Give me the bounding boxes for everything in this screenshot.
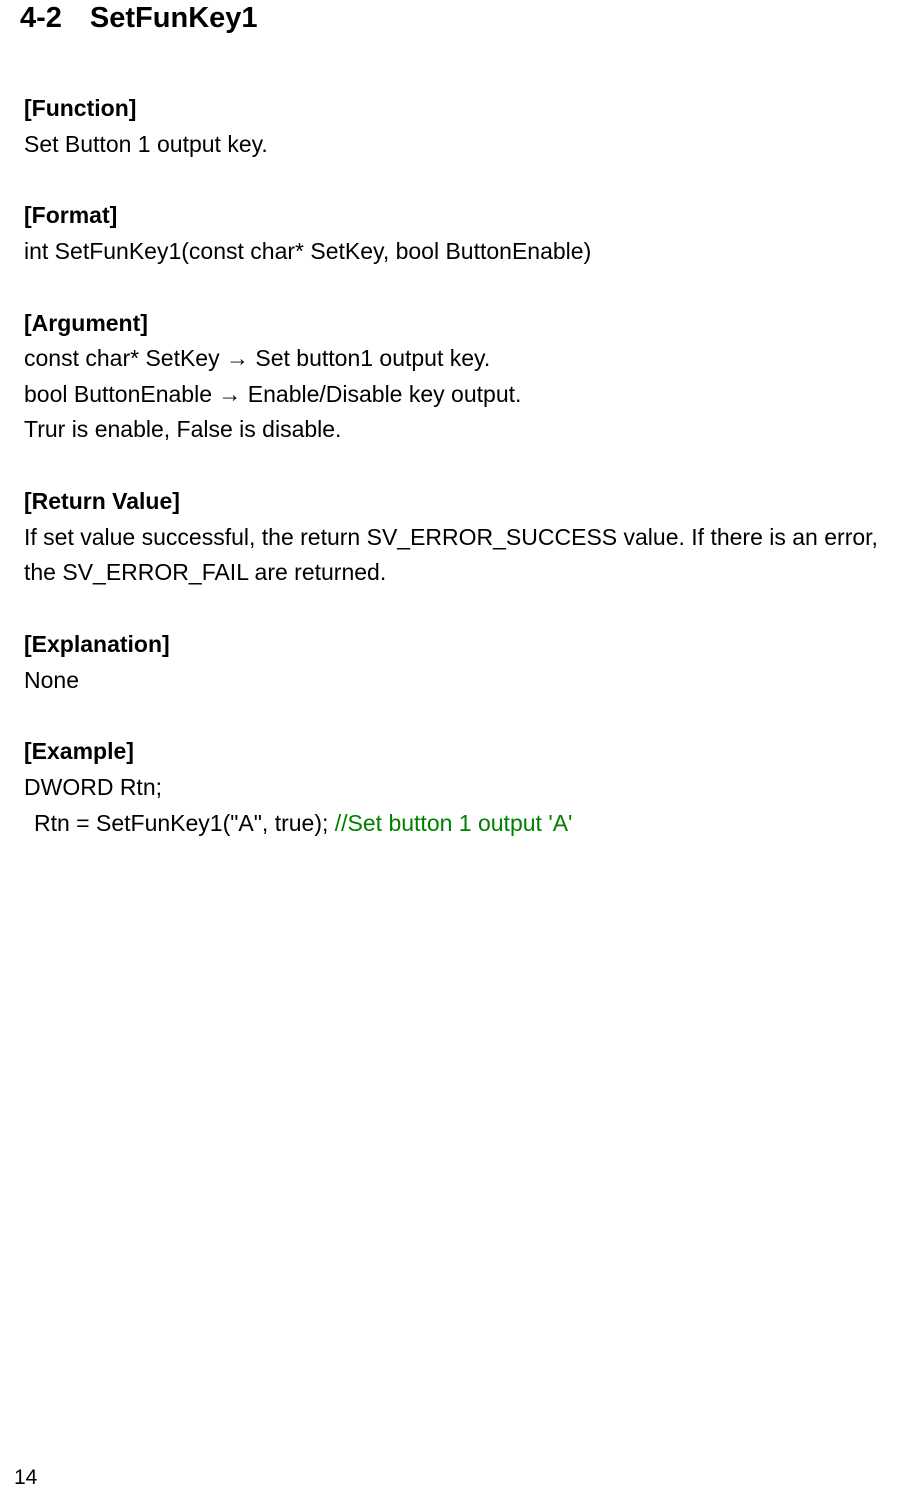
format-text: int SetFunKey1(const char* SetKey, bool …	[24, 234, 900, 270]
page-number: 14	[14, 1466, 37, 1490]
explanation-text: None	[24, 663, 900, 699]
example-code: Rtn = SetFunKey1("A", true);	[34, 810, 335, 836]
return-value-text: If set value successful, the return SV_E…	[24, 520, 900, 591]
section-title: 4-2 SetFunKey1	[20, 0, 900, 35]
function-text: Set Button 1 output key.	[24, 127, 900, 163]
example-line-2: Rtn = SetFunKey1("A", true); //Set butto…	[24, 806, 900, 842]
document-content: [Function] Set Button 1 output key. [For…	[20, 91, 900, 841]
example-block: [Example] DWORD Rtn; Rtn = SetFunKey1("A…	[24, 734, 900, 841]
example-heading: [Example]	[24, 734, 900, 770]
argument-block: [Argument] const char* SetKey → Set butt…	[24, 306, 900, 449]
section-name: SetFunKey1	[90, 2, 258, 35]
argument-line-1: const char* SetKey → Set button1 output …	[24, 341, 900, 377]
explanation-heading: [Explanation]	[24, 627, 900, 663]
section-number: 4-2	[20, 2, 62, 35]
format-block: [Format] int SetFunKey1(const char* SetK…	[24, 198, 900, 269]
return-value-block: [Return Value] If set value successful, …	[24, 484, 900, 591]
function-block: [Function] Set Button 1 output key.	[24, 91, 900, 162]
argument-heading: [Argument]	[24, 306, 900, 342]
explanation-block: [Explanation] None	[24, 627, 900, 698]
example-line-1: DWORD Rtn;	[24, 770, 900, 806]
format-heading: [Format]	[24, 198, 900, 234]
example-comment: //Set button 1 output 'A'	[335, 810, 573, 836]
argument-line-2: bool ButtonEnable → Enable/Disable key o…	[24, 377, 900, 413]
function-heading: [Function]	[24, 91, 900, 127]
argument-line-3: Trur is enable, False is disable.	[24, 412, 900, 448]
return-value-heading: [Return Value]	[24, 484, 900, 520]
